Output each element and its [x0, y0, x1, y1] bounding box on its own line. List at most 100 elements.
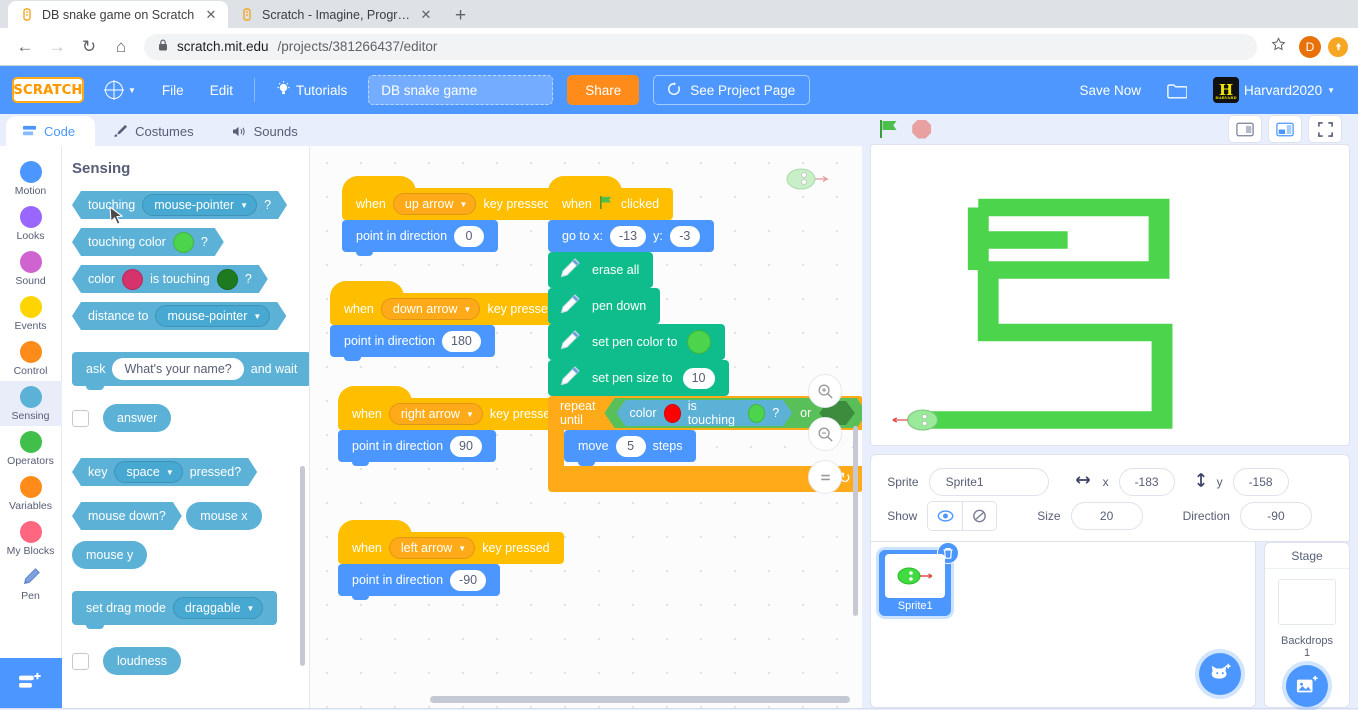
- sprite-x-input[interactable]: -183: [1118, 468, 1175, 496]
- script-left-arrow[interactable]: when left arrow ▼ key pressed point in d…: [338, 520, 564, 600]
- close-icon[interactable]: ✕: [204, 7, 218, 23]
- sprite-list-pane[interactable]: Sprite1: [870, 542, 1256, 708]
- block-mouse-x[interactable]: mouse x: [186, 502, 262, 530]
- fullscreen-icon[interactable]: [1308, 115, 1342, 143]
- green-flag-icon[interactable]: [878, 118, 900, 140]
- eye-icon[interactable]: [928, 502, 963, 530]
- category-pen[interactable]: Pen: [0, 561, 62, 606]
- sprite-name-input[interactable]: Sprite1: [928, 468, 1049, 496]
- key-dropdown[interactable]: left arrow ▼: [388, 537, 476, 559]
- zoom-out-icon[interactable]: [808, 417, 843, 451]
- point-in-direction-block[interactable]: point in direction 180: [330, 325, 495, 361]
- color-swatch[interactable]: [664, 404, 681, 423]
- profile-avatar[interactable]: D: [1299, 35, 1321, 58]
- distance-target-dropdown[interactable]: mouse-pointer ▼: [155, 305, 270, 327]
- see-project-page-button[interactable]: See Project Page: [653, 75, 811, 105]
- block-touching-color[interactable]: touching color ?: [72, 228, 224, 256]
- stage-selector-pane[interactable]: Stage Backdrops 1: [1264, 542, 1350, 708]
- move-steps-block[interactable]: move 5 steps: [564, 430, 697, 466]
- category-variables[interactable]: Variables: [0, 471, 62, 516]
- color-swatch[interactable]: [173, 232, 194, 253]
- color-is-touching-block[interactable]: color is touching ?: [616, 400, 792, 426]
- go-to-xy-block[interactable]: go to x: -13 y: -3: [548, 220, 714, 256]
- home-icon[interactable]: ⌂: [106, 32, 136, 62]
- category-operators[interactable]: Operators: [0, 426, 62, 471]
- color-swatch[interactable]: [122, 269, 143, 290]
- point-in-direction-block[interactable]: point in direction 90: [338, 430, 496, 466]
- when-flag-clicked-hat[interactable]: when clicked: [548, 176, 674, 220]
- loudness-checkbox[interactable]: [72, 652, 89, 670]
- script-down-arrow[interactable]: when down arrow ▼ key pressed point in d…: [330, 281, 569, 361]
- account-menu[interactable]: H HARVARD Harvard2020 ▼: [1202, 75, 1346, 105]
- add-sprite-button[interactable]: [1199, 653, 1241, 695]
- close-icon[interactable]: ✕: [419, 7, 433, 23]
- direction-input[interactable]: 0: [454, 225, 485, 247]
- palette-scrollbar[interactable]: [300, 466, 305, 666]
- category-sensing[interactable]: Sensing: [0, 381, 62, 426]
- block-loudness[interactable]: loudness: [103, 647, 182, 675]
- code-workspace[interactable]: when up arrow ▼ key pressed point in dir…: [310, 146, 863, 708]
- answer-checkbox[interactable]: [72, 409, 89, 427]
- when-key-pressed-hat[interactable]: when left arrow ▼ key pressed: [338, 520, 564, 564]
- pen-down-block[interactable]: pen down: [548, 288, 661, 328]
- edit-menu[interactable]: Edit: [199, 75, 244, 105]
- stage-canvas[interactable]: [870, 144, 1350, 446]
- sprite-y-input[interactable]: -158: [1232, 468, 1289, 496]
- color-swatch[interactable]: [748, 404, 765, 423]
- bookmark-star-icon[interactable]: [1265, 37, 1292, 56]
- when-key-pressed-hat[interactable]: when up arrow ▼ key pressed: [342, 176, 565, 220]
- direction-input[interactable]: 180: [442, 330, 481, 352]
- goto-x-input[interactable]: -13: [610, 225, 647, 247]
- small-stage-icon[interactable]: [1228, 115, 1262, 143]
- sprite-direction-input[interactable]: -90: [1239, 502, 1312, 530]
- large-stage-icon[interactable]: [1268, 115, 1302, 143]
- set-pen-size-block[interactable]: set pen size to 10: [548, 360, 729, 400]
- key-dropdown[interactable]: up arrow ▼: [392, 193, 477, 215]
- category-events[interactable]: Events: [0, 291, 62, 336]
- tab-costumes[interactable]: Costumes: [97, 116, 214, 146]
- zoom-reset-icon[interactable]: [808, 460, 843, 494]
- script-right-arrow[interactable]: when right arrow ▼ key pressed point in …: [338, 386, 572, 466]
- stage-thumbnail[interactable]: [1278, 579, 1336, 625]
- category-control[interactable]: Control: [0, 336, 62, 381]
- direction-input[interactable]: -90: [450, 569, 487, 591]
- move-steps-input[interactable]: 5: [615, 435, 646, 457]
- set-pen-color-block[interactable]: set pen color to: [548, 324, 726, 364]
- point-in-direction-block[interactable]: point in direction -90: [338, 564, 501, 600]
- script-up-arrow[interactable]: when up arrow ▼ key pressed point in dir…: [342, 176, 565, 256]
- point-in-direction-block[interactable]: point in direction 0: [342, 220, 499, 256]
- block-mouse-down[interactable]: mouse down?: [72, 502, 182, 530]
- add-backdrop-button[interactable]: [1286, 665, 1328, 707]
- block-touching[interactable]: touching mouse-pointer ▼ ?: [72, 191, 287, 219]
- file-menu[interactable]: File: [151, 75, 195, 105]
- color-swatch[interactable]: [217, 269, 238, 290]
- block-ask-and-wait[interactable]: ask What's your name? and wait: [72, 352, 309, 390]
- erase-all-block[interactable]: erase all: [548, 252, 654, 292]
- category-looks[interactable]: Looks: [0, 201, 62, 246]
- save-now-button[interactable]: Save Now: [1069, 75, 1153, 105]
- browser-tab-active[interactable]: DB snake game on Scratch ✕: [8, 1, 228, 28]
- reload-icon[interactable]: ↻: [74, 32, 104, 62]
- block-key-pressed[interactable]: key space ▼ pressed?: [72, 458, 257, 486]
- workspace-horizontal-scrollbar[interactable]: [430, 696, 850, 703]
- key-dropdown[interactable]: space ▼: [114, 461, 182, 483]
- category-sound[interactable]: Sound: [0, 246, 62, 291]
- tab-code[interactable]: Code: [6, 116, 96, 146]
- when-key-pressed-hat[interactable]: when down arrow ▼ key pressed: [330, 281, 569, 325]
- block-palette[interactable]: Sensing touching mouse-pointer ▼ ? touch…: [62, 146, 310, 708]
- extension-icon[interactable]: [1328, 36, 1348, 57]
- goto-y-input[interactable]: -3: [669, 225, 700, 247]
- key-dropdown[interactable]: right arrow ▼: [388, 403, 483, 425]
- category-motion[interactable]: Motion: [0, 156, 62, 201]
- zoom-in-icon[interactable]: [808, 374, 843, 408]
- category-my-blocks[interactable]: My Blocks: [0, 516, 62, 561]
- share-button[interactable]: Share: [567, 75, 640, 105]
- project-title-input[interactable]: [368, 75, 554, 105]
- when-key-pressed-hat[interactable]: when right arrow ▼ key pressed: [338, 386, 572, 430]
- touching-target-dropdown[interactable]: mouse-pointer ▼: [142, 194, 257, 216]
- scratch-logo[interactable]: SCRATCH: [12, 77, 84, 103]
- language-menu[interactable]: ▼: [94, 75, 147, 105]
- block-distance-to[interactable]: distance to mouse-pointer ▼: [72, 302, 286, 330]
- new-tab-button[interactable]: +: [443, 6, 476, 28]
- forward-icon[interactable]: →: [42, 32, 72, 62]
